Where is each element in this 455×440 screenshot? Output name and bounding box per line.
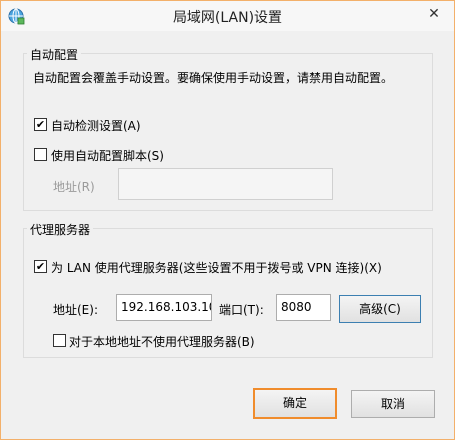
script-address-label: 地址(R): [53, 180, 95, 194]
close-button[interactable]: ✕: [419, 3, 449, 25]
auto-detect-checkbox[interactable]: ✔: [34, 118, 47, 131]
auto-config-description: 自动配置会覆盖手动设置。要确保使用手动设置，请禁用自动配置。: [33, 71, 394, 85]
proxy-legend: 代理服务器: [27, 221, 94, 238]
window-title: 局域网(LAN)设置: [172, 10, 283, 26]
cancel-button[interactable]: 取消: [351, 390, 435, 418]
proxy-address-field[interactable]: 192.168.103.10: [116, 294, 212, 321]
script-address-field[interactable]: [118, 168, 333, 200]
use-proxy-label[interactable]: 为 LAN 使用代理服务器(这些设置不用于拨号或 VPN 连接)(X): [51, 259, 382, 276]
proxy-address-label: 地址(E):: [53, 303, 98, 317]
use-script-label[interactable]: 使用自动配置脚本(S): [51, 147, 164, 164]
use-proxy-checkbox[interactable]: ✔: [34, 260, 47, 273]
close-icon: ✕: [428, 6, 440, 22]
advanced-button[interactable]: 高级(C): [339, 295, 421, 323]
auto-detect-label[interactable]: 自动检测设置(A): [51, 117, 141, 134]
proxy-port-label: 端口(T):: [219, 303, 264, 317]
proxy-port-field[interactable]: 8080: [276, 294, 331, 321]
auto-config-legend: 自动配置: [27, 46, 82, 63]
title-bar: 局域网(LAN)设置 ✕: [1, 1, 454, 31]
bypass-local-checkbox[interactable]: [53, 334, 66, 347]
lan-settings-dialog: 局域网(LAN)设置 ✕ 自动配置 自动配置会覆盖手动设置。要确保使用手动设置，…: [0, 0, 455, 440]
bypass-local-label[interactable]: 对于本地地址不使用代理服务器(B): [69, 333, 255, 350]
use-script-checkbox[interactable]: [34, 148, 47, 161]
ok-button[interactable]: 确定: [253, 388, 337, 419]
